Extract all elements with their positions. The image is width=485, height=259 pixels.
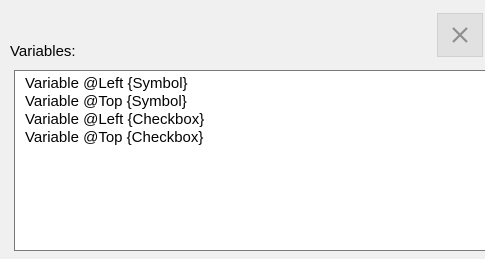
- list-item[interactable]: Variable @Top {Checkbox}: [25, 129, 485, 147]
- close-icon: [450, 25, 470, 45]
- list-item[interactable]: Variable @Top {Symbol}: [25, 93, 485, 111]
- variables-label: Variables:: [10, 43, 76, 60]
- list-item[interactable]: Variable @Left {Checkbox}: [25, 111, 485, 129]
- close-button[interactable]: [437, 13, 483, 57]
- list-item[interactable]: Variable @Left {Symbol}: [25, 75, 485, 93]
- variables-listbox[interactable]: Variable @Left {Symbol} Variable @Top {S…: [14, 70, 485, 251]
